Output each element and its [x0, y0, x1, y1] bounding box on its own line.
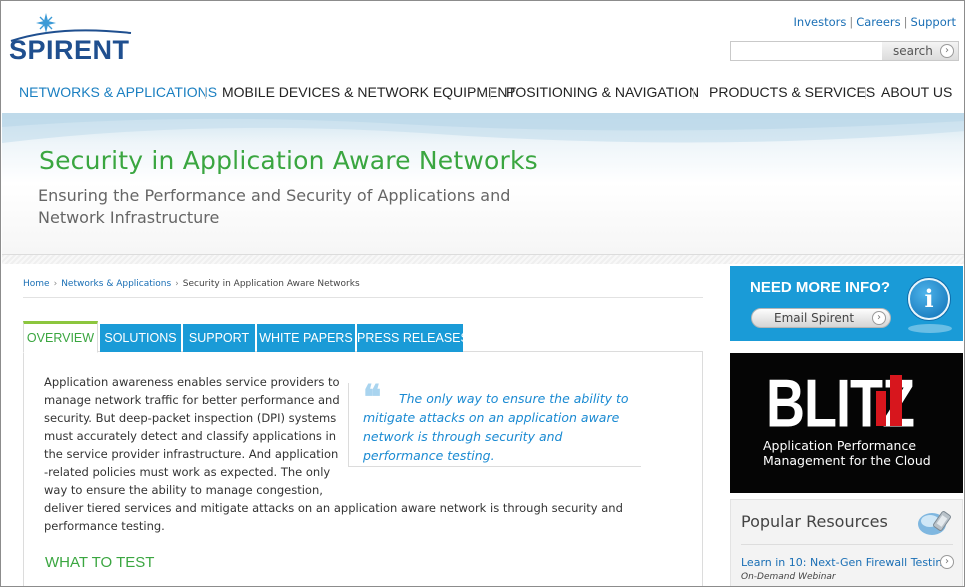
page-subtitle-line: Ensuring the Performance and Security of… [38, 186, 511, 205]
need-more-info-box: NEED MORE INFO? Email Spirent › i [730, 266, 963, 341]
info-icon-reflection [908, 324, 952, 333]
nav-item-products-services[interactable]: PRODUCTS & SERVICES [709, 84, 875, 100]
page-subtitle: Ensuring the Performance and Security of… [38, 185, 558, 229]
tab-solutions[interactable]: SOLUTIONS [100, 324, 181, 352]
main-nav: NETWORKS & APPLICATIONS MOBILE DEVICES &… [1, 83, 964, 105]
page: SPIRENT Investors | Careers | Support search… [0, 0, 965, 587]
page-title: Security in Application Aware Networks [39, 146, 538, 175]
search-box: search › [730, 41, 959, 61]
search-button-label: search [893, 44, 933, 58]
nav-item-positioning-navigation[interactable]: POSITIONING & NAVIGATION [506, 84, 699, 100]
body-text-line: way to ensure the ability to manage cong… [44, 483, 323, 497]
nav-divider [693, 88, 694, 99]
email-spirent-button[interactable]: Email Spirent › [751, 308, 891, 328]
resources-icon [918, 511, 951, 535]
blitz-bar-icon [890, 375, 902, 426]
need-more-info-title: NEED MORE INFO? [750, 279, 891, 296]
info-icon: i [908, 278, 950, 320]
search-input[interactable] [733, 43, 883, 59]
tab-white-papers[interactable]: WHITE PAPERS [257, 324, 355, 352]
support-link[interactable]: Support [911, 15, 956, 29]
careers-link[interactable]: Careers [856, 15, 900, 29]
breadcrumb-current: Security in Application Aware Networks [182, 279, 360, 289]
utility-separator: | [903, 15, 908, 29]
popular-resources-rule [741, 544, 953, 545]
nav-item-networks-applications[interactable]: NETWORKS & APPLICATIONS [19, 84, 217, 100]
nav-item-about-us[interactable]: ABOUT US [881, 84, 952, 100]
blitz-tagline-line: Application Performance [763, 438, 917, 453]
breadcrumb-rule [23, 297, 703, 298]
utility-separator: | [849, 15, 854, 29]
tab-press-releases[interactable]: PRESS RELEASES [357, 324, 469, 352]
breadcrumb-separator: › [175, 279, 179, 289]
spirent-logo[interactable]: SPIRENT [9, 11, 134, 67]
nav-divider [205, 88, 206, 99]
section-heading-what-to-test: WHAT TO TEST [45, 554, 155, 571]
popular-resources-title: Popular Resources [741, 512, 888, 531]
logo-wordmark: SPIRENT [9, 35, 130, 65]
blitz-tagline: Application Performance Management for t… [763, 438, 931, 468]
pull-quote-text: The only way to ensure the ability to mi… [363, 391, 629, 463]
search-button[interactable]: search › [882, 42, 958, 60]
popular-resources-box: Popular Resources Learn in 10: Next-Gen … [730, 499, 963, 586]
page-banner: Security in Application Aware Networks E… [2, 113, 964, 255]
breadcrumb: Home › Networks & Applications › Security in… [23, 279, 360, 289]
banner-divider-strip [2, 255, 964, 264]
body-text-line: deliver tiered services and mitigate att… [44, 501, 623, 515]
page-subtitle-line: Network Infrastructure [38, 208, 220, 227]
body-text-line: performance testing. [44, 519, 165, 533]
tab-support[interactable]: SUPPORT [183, 324, 255, 352]
chevron-right-icon[interactable]: › [940, 555, 954, 569]
investors-link[interactable]: Investors [794, 15, 847, 29]
tab-overview[interactable]: OVERVIEW [23, 321, 98, 353]
nav-item-mobile-devices[interactable]: MOBILE DEVICES & NETWORK EQUIPMENT [222, 84, 516, 100]
utility-links: Investors | Careers | Support [794, 15, 956, 29]
pull-quote: ❝ The only way to ensure the ability to … [348, 381, 641, 467]
blitz-bar-icon [876, 391, 886, 426]
resource-link-next-gen-firewall[interactable]: Learn in 10: Next-Gen Firewall Testing [741, 556, 949, 569]
chevron-right-icon: › [940, 44, 954, 58]
breadcrumb-separator: › [53, 279, 58, 289]
nav-divider [490, 88, 491, 99]
nav-divider [865, 88, 866, 99]
email-spirent-label: Email Spirent [774, 311, 855, 325]
breadcrumb-home[interactable]: Home [23, 279, 50, 289]
blitz-tagline-line: Management for the Cloud [763, 453, 931, 468]
blitz-promo[interactable]: BLITZ Application Performance Management… [730, 353, 963, 493]
chevron-right-icon: › [872, 311, 886, 325]
resource-type-label: On-Demand Webinar [741, 572, 836, 582]
breadcrumb-networks-applications[interactable]: Networks & Applications [61, 279, 171, 289]
